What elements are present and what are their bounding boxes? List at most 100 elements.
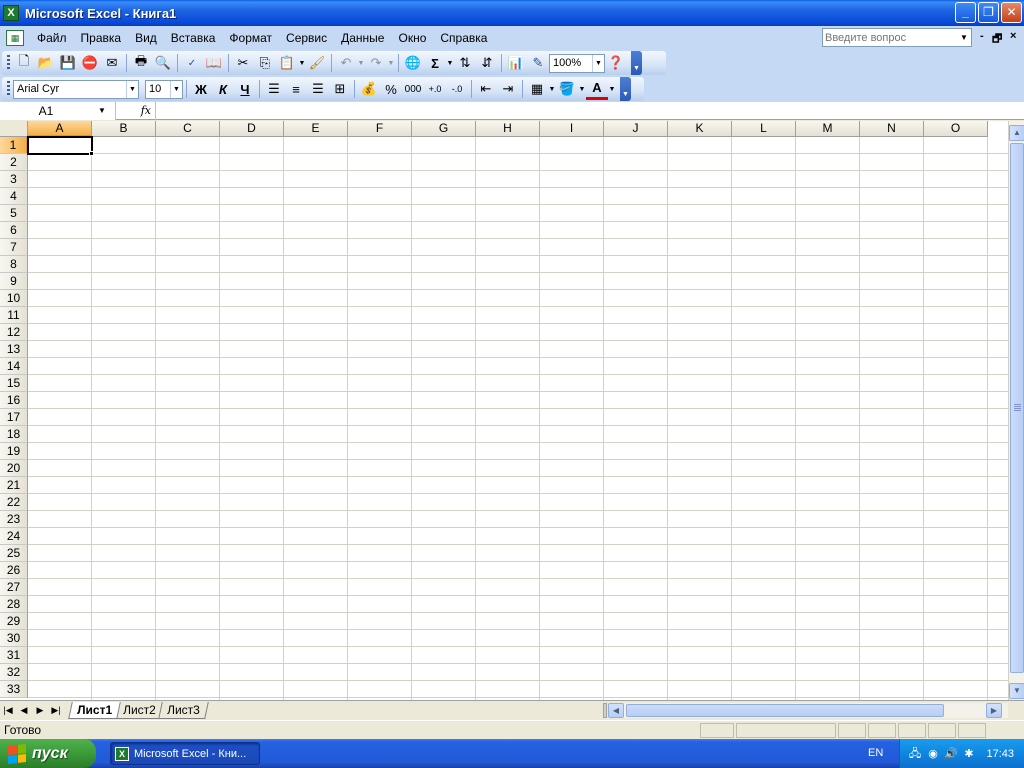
font-color-button[interactable]: A — [586, 78, 608, 100]
column-header[interactable]: D — [220, 121, 284, 137]
title-bar[interactable]: X Microsoft Excel - Книга1 _ ❐ ✕ — [0, 0, 1024, 26]
network-icon[interactable]: 🖧 — [908, 747, 922, 761]
row-header[interactable]: 28 — [0, 596, 28, 613]
chevron-down-icon[interactable]: ▼ — [548, 86, 556, 93]
align-left-icon[interactable]: ☰ — [263, 78, 285, 100]
autosum-icon[interactable]: Σ — [424, 52, 446, 74]
insert-function-button[interactable]: fx — [116, 101, 156, 120]
decrease-indent-icon[interactable]: ⇤ — [475, 78, 497, 100]
row-header[interactable]: 30 — [0, 630, 28, 647]
row-header[interactable]: 24 — [0, 528, 28, 545]
row-header[interactable]: 25 — [0, 545, 28, 562]
doc-minimize-button[interactable]: - — [980, 30, 984, 42]
chevron-down-icon[interactable]: ▼ — [959, 33, 969, 42]
toolbar-options-button[interactable]: ▼ — [631, 51, 642, 75]
row-header[interactable]: 13 — [0, 341, 28, 358]
column-header[interactable]: O — [924, 121, 988, 137]
chevron-down-icon[interactable]: ▼ — [170, 80, 182, 98]
row-header[interactable]: 7 — [0, 239, 28, 256]
row-header[interactable]: 3 — [0, 171, 28, 188]
borders-icon[interactable]: ▦ — [526, 78, 548, 100]
row-header[interactable]: 15 — [0, 375, 28, 392]
select-all-corner[interactable] — [0, 121, 28, 137]
horizontal-scroll-thumb[interactable] — [626, 704, 944, 717]
chevron-down-icon[interactable]: ▼ — [387, 60, 395, 67]
row-header[interactable]: 1 — [0, 137, 28, 154]
row-header[interactable]: 29 — [0, 613, 28, 630]
chevron-down-icon[interactable]: ▼ — [298, 60, 306, 67]
column-header[interactable]: B — [92, 121, 156, 137]
first-sheet-icon[interactable]: |◀ — [0, 705, 16, 716]
print-icon[interactable]: 🖶 — [130, 52, 152, 74]
close-button[interactable]: ✕ — [1001, 2, 1022, 23]
row-header[interactable]: 12 — [0, 324, 28, 341]
vertical-scroll-thumb[interactable] — [1010, 143, 1024, 673]
chevron-down-icon[interactable]: ▼ — [126, 80, 138, 98]
help-question-box[interactable]: ▼ — [822, 28, 972, 47]
align-right-icon[interactable]: ☰ — [307, 78, 329, 100]
increase-decimal-icon[interactable]: +.0 — [424, 78, 446, 100]
doc-close-button[interactable]: × — [1010, 30, 1016, 42]
scroll-down-arrow-icon[interactable]: ▼ — [1009, 683, 1024, 699]
row-header[interactable]: 17 — [0, 409, 28, 426]
column-header[interactable]: K — [668, 121, 732, 137]
row-header[interactable]: 22 — [0, 494, 28, 511]
column-header[interactable]: J — [604, 121, 668, 137]
permission-icon[interactable]: ⛔ — [79, 52, 101, 74]
undo-icon[interactable]: ↶ — [335, 52, 357, 74]
row-header[interactable]: 4 — [0, 188, 28, 205]
column-header[interactable]: N — [860, 121, 924, 137]
row-header[interactable]: 21 — [0, 477, 28, 494]
chevron-down-icon[interactable]: ▼ — [92, 106, 112, 115]
sheet-tab-2[interactable]: Лист2 — [114, 701, 165, 719]
zoom-combo[interactable]: ▼ — [549, 53, 605, 73]
tab-split-box[interactable] — [603, 703, 607, 718]
column-header[interactable]: H — [476, 121, 540, 137]
scroll-left-arrow-icon[interactable]: ◀ — [608, 703, 624, 718]
percent-button[interactable]: % — [380, 78, 402, 100]
scroll-up-arrow-icon[interactable]: ▲ — [1009, 125, 1024, 141]
align-center-icon[interactable]: ≡ — [285, 78, 307, 100]
sheet-tab-1[interactable]: Лист1 — [68, 701, 121, 719]
currency-icon[interactable]: 💰 — [358, 78, 380, 100]
security-icon[interactable]: ◉ — [926, 747, 940, 761]
research-icon[interactable]: 📖 — [203, 52, 225, 74]
row-header[interactable]: 32 — [0, 664, 28, 681]
row-header[interactable]: 18 — [0, 426, 28, 443]
sheet-tab-3[interactable]: Лист3 — [157, 701, 209, 719]
email-icon[interactable]: ✉ — [101, 52, 123, 74]
row-header[interactable]: 2 — [0, 154, 28, 171]
menu-tools[interactable]: Сервис — [279, 28, 334, 48]
maximize-button[interactable]: ❐ — [978, 2, 999, 23]
language-indicator[interactable]: EN — [868, 747, 883, 759]
font-size-combo[interactable]: ▼ — [145, 79, 183, 99]
prev-sheet-icon[interactable]: ◀ — [16, 705, 32, 716]
column-header[interactable]: E — [284, 121, 348, 137]
font-size-input[interactable] — [146, 83, 170, 95]
minimize-button[interactable]: _ — [955, 2, 976, 23]
cut-icon[interactable]: ✂ — [232, 52, 254, 74]
drawing-icon[interactable]: ✎ — [527, 52, 549, 74]
name-box-input[interactable] — [0, 103, 92, 118]
menu-view[interactable]: Вид — [128, 28, 164, 48]
chevron-down-icon[interactable]: ▼ — [446, 60, 454, 67]
thousands-button[interactable]: 000 — [402, 78, 424, 100]
row-header[interactable]: 20 — [0, 460, 28, 477]
menu-file[interactable]: Файл — [30, 28, 74, 48]
row-header[interactable]: 11 — [0, 307, 28, 324]
toolbar-options-button[interactable]: ▼ — [620, 77, 631, 101]
italic-button[interactable]: К — [212, 78, 234, 100]
document-icon[interactable]: ▦ — [6, 30, 24, 46]
column-header[interactable]: C — [156, 121, 220, 137]
row-header[interactable]: 26 — [0, 562, 28, 579]
font-name-combo[interactable]: ▼ — [13, 79, 139, 99]
open-icon[interactable]: 📂 — [35, 52, 57, 74]
row-header[interactable]: 8 — [0, 256, 28, 273]
row-header[interactable]: 19 — [0, 443, 28, 460]
row-header[interactable]: 33 — [0, 681, 28, 698]
volume-icon[interactable]: 🔊 — [944, 747, 958, 761]
menu-edit[interactable]: Правка — [74, 28, 129, 48]
formula-input[interactable] — [156, 102, 1024, 119]
menu-insert[interactable]: Вставка — [164, 28, 223, 48]
redo-icon[interactable]: ↷ — [365, 52, 387, 74]
